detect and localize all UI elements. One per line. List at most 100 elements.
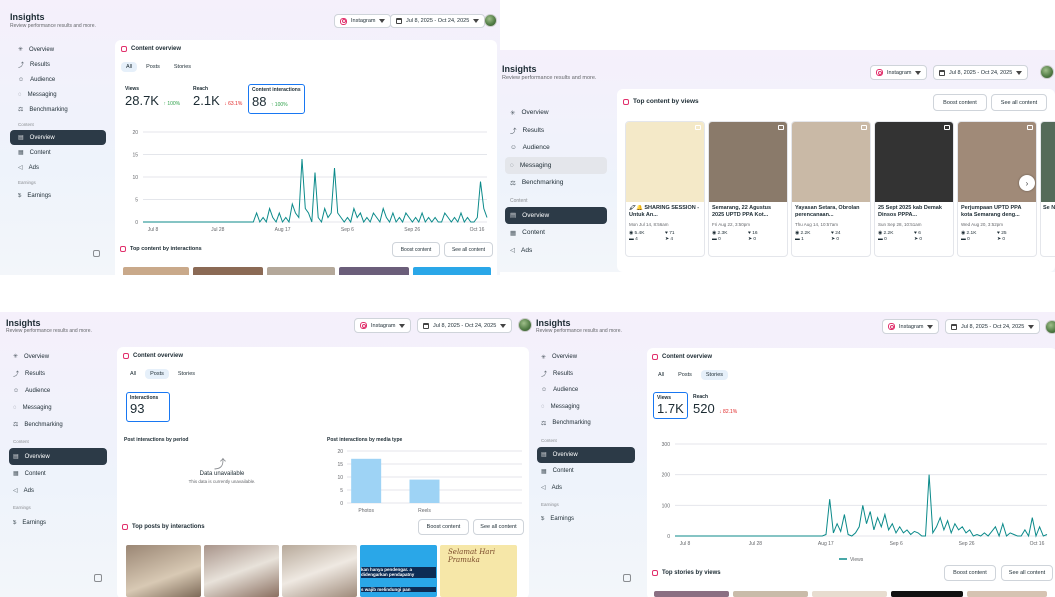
tab-stories[interactable]: Stories xyxy=(700,370,729,380)
tab-all[interactable]: All xyxy=(121,62,138,72)
bar[interactable] xyxy=(351,458,382,503)
post-thumbnail[interactable] xyxy=(413,267,491,275)
sidebar-item-content[interactable]: ▦ Content xyxy=(9,465,107,482)
sidebar-item-benchmarking[interactable]: ⚖ Benchmarking xyxy=(9,416,107,433)
sidebar-item-content-overview[interactable]: ▤ Overview xyxy=(9,448,107,465)
sidebar-item-overview[interactable]: ✳ Overview xyxy=(9,348,107,365)
carousel-next-button[interactable]: › xyxy=(1019,175,1035,191)
story-thumbnail[interactable] xyxy=(967,591,1047,597)
sidebar-item-results[interactable]: ⤴ Results xyxy=(537,366,635,383)
boost-content-button[interactable]: Boost content xyxy=(933,94,987,111)
collapse-sidebar-icon[interactable] xyxy=(623,574,631,582)
post-card[interactable]: 🖍🔔 SHARING SESSION - Untuk An... Mon Jul … xyxy=(625,121,705,257)
tab-posts[interactable]: Posts xyxy=(145,369,169,379)
avatar[interactable] xyxy=(484,14,497,27)
tab-stories[interactable]: Stories xyxy=(169,62,196,72)
platform-select[interactable]: Instagram xyxy=(882,319,940,334)
sidebar-item-overview[interactable]: ✳ Overview xyxy=(537,349,635,366)
platform-select[interactable]: Instagram xyxy=(870,65,928,80)
tab-all[interactable]: All xyxy=(653,370,669,380)
metric-views[interactable]: Views 1.7K xyxy=(653,392,688,419)
metric-interactions[interactable]: Interactions 93 xyxy=(126,392,170,422)
sidebar-item-earnings[interactable]: $ Earnings xyxy=(10,188,106,203)
sidebar-item-ads[interactable]: ◁ Ads xyxy=(10,160,106,175)
date-range-select[interactable]: Jul 8, 2025 - Oct 24, 2025 xyxy=(390,14,486,28)
see-all-content-button[interactable]: See all content xyxy=(1001,565,1053,581)
see-all-content-button[interactable]: See all content xyxy=(991,94,1047,111)
see-all-content-button[interactable]: See all content xyxy=(444,242,493,257)
story-thumbnail[interactable] xyxy=(733,591,808,597)
post-thumbnail[interactable]: Selamat Hari Pramuka xyxy=(440,545,517,597)
tab-posts[interactable]: Posts xyxy=(673,370,697,380)
sidebar-item-content[interactable]: ▦ Content xyxy=(537,463,635,480)
sidebar-item-overview[interactable]: ✳ Overview xyxy=(505,104,607,122)
sidebar-item-benchmarking[interactable]: ⚖ Benchmarking xyxy=(10,102,106,117)
date-range-select[interactable]: Jul 8, 2025 - Oct 24, 2025 xyxy=(417,318,513,333)
sidebar-item-content-overview[interactable]: ▤ Overview xyxy=(537,446,635,463)
post-thumbnail[interactable] xyxy=(123,267,189,275)
post-thumbnail[interactable] xyxy=(193,267,263,275)
sidebar-item-messaging[interactable]: ◌ Messaging xyxy=(9,399,107,416)
sidebar-item-ads[interactable]: ◁ Ads xyxy=(9,482,107,499)
sidebar-item-benchmarking[interactable]: ⚖ Benchmarking xyxy=(537,415,635,432)
sidebar-item-content-overview[interactable]: ▤ Overview xyxy=(505,206,607,224)
date-range-select[interactable]: Jul 8, 2025 - Oct 24, 2025 xyxy=(933,65,1029,80)
bar[interactable] xyxy=(409,479,440,503)
sidebar-item-messaging[interactable]: ◌ Messaging xyxy=(505,156,607,174)
avatar[interactable] xyxy=(518,318,532,332)
sidebar-item-earnings[interactable]: $ Earnings xyxy=(537,511,635,528)
avatar[interactable] xyxy=(1045,320,1055,334)
sidebar-item-ads[interactable]: ◁ Ads xyxy=(537,480,635,497)
sidebar-item-messaging[interactable]: ◌ Messaging xyxy=(10,87,106,102)
sidebar-item-messaging[interactable]: ◌ Messaging xyxy=(537,399,635,416)
sidebar-item-earnings[interactable]: $ Earnings xyxy=(9,514,107,531)
post-thumbnail[interactable]: kan hanya pendengar. a didengarkan penda… xyxy=(360,545,437,597)
sidebar-item-benchmarking[interactable]: ⚖ Benchmarking xyxy=(505,174,607,192)
sidebar-item-results[interactable]: ⤴ Results xyxy=(9,365,107,382)
metric-reach[interactable]: Reach 2.1K ↓ 63.1% xyxy=(193,86,242,110)
sidebar-item-results[interactable]: ⤴ Results xyxy=(10,57,106,72)
trend-icon: ⤴ xyxy=(18,63,25,69)
sidebar-item-content[interactable]: ▦ Content xyxy=(505,224,607,242)
metric-views[interactable]: Views 28.7K ↑ 100% xyxy=(125,86,180,110)
sidebar-item-results[interactable]: ⤴ Results xyxy=(505,122,607,140)
boost-content-button[interactable]: Boost content xyxy=(392,242,440,257)
sidebar-item-audience[interactable]: ☺ Audience xyxy=(537,382,635,399)
story-thumbnail[interactable] xyxy=(654,591,729,597)
platform-label: Instagram xyxy=(887,69,912,76)
sidebar-item-ads[interactable]: ◁ Ads xyxy=(505,242,607,260)
tab-all[interactable]: All xyxy=(125,369,141,379)
post-thumbnail[interactable] xyxy=(204,545,279,597)
sidebar-item-content-overview[interactable]: ▤ Overview xyxy=(10,130,106,145)
boost-content-button[interactable]: Boost content xyxy=(944,565,996,581)
collapse-sidebar-icon[interactable] xyxy=(93,250,100,257)
x-tick-label: Photos xyxy=(358,508,374,514)
platform-select[interactable]: Instagram xyxy=(334,14,392,28)
post-thumbnail[interactable] xyxy=(267,267,335,275)
post-thumbnail[interactable] xyxy=(126,545,201,597)
metric-reach[interactable]: Reach 520 ↓ 82.1% xyxy=(693,394,737,418)
date-range-select[interactable]: Jul 8, 2025 - Oct 24, 2025 xyxy=(945,319,1041,334)
avatar[interactable] xyxy=(1040,65,1054,79)
tab-stories[interactable]: Stories xyxy=(173,369,200,379)
story-thumbnail[interactable] xyxy=(891,591,963,597)
sidebar-item-content[interactable]: ▦ Content xyxy=(10,145,106,160)
metric-content-interactions[interactable]: Content interactions 88 ↑ 100% xyxy=(248,84,305,114)
sidebar-item-audience[interactable]: ☺ Audience xyxy=(505,139,607,157)
tab-posts[interactable]: Posts xyxy=(141,62,165,72)
story-thumbnail[interactable] xyxy=(812,591,887,597)
post-thumbnail[interactable] xyxy=(339,267,409,275)
sidebar-item-audience[interactable]: ☺ Audience xyxy=(9,382,107,399)
chat-icon: ◌ xyxy=(541,403,545,410)
post-card[interactable]: 25 Sept 2025 kab Demak Dinsos PPPA... Sun… xyxy=(874,121,954,257)
post-card-partial[interactable]: Se N xyxy=(1040,121,1055,257)
boost-content-button[interactable]: Boost content xyxy=(418,519,469,535)
collapse-sidebar-icon[interactable] xyxy=(94,574,102,582)
sidebar-item-overview[interactable]: ✳ Overview xyxy=(10,42,106,57)
post-card[interactable]: Yayasan Setara, Obrolan perencanaan... Th… xyxy=(791,121,871,257)
platform-select[interactable]: Instagram xyxy=(354,318,412,333)
post-card[interactable]: Semarang, 22 Agustus 2025 UPTD PPA Kot..… xyxy=(708,121,788,257)
sidebar-item-audience[interactable]: ☺ Audience xyxy=(10,72,106,87)
see-all-content-button[interactable]: See all content xyxy=(473,519,524,535)
post-thumbnail[interactable] xyxy=(282,545,357,597)
